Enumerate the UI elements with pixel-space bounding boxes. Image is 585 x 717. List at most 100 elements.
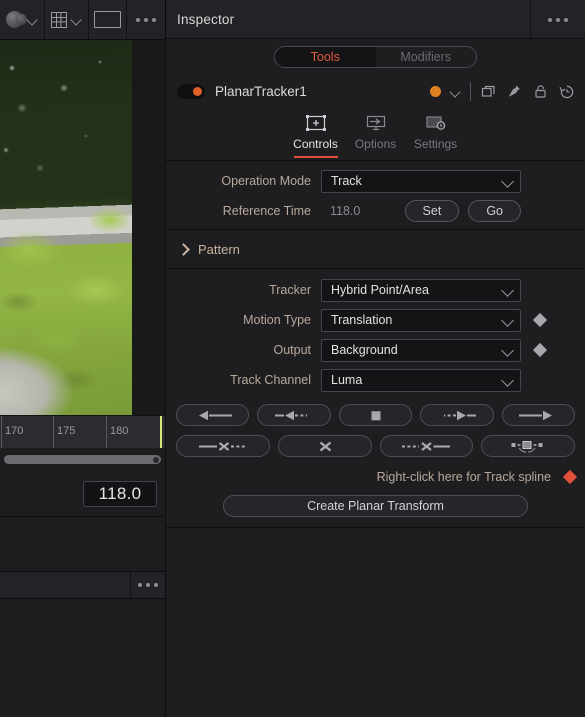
- motion-type-value: Translation: [331, 313, 393, 327]
- chevron-down-icon[interactable]: [27, 14, 38, 25]
- tab-tools[interactable]: Tools: [275, 46, 376, 67]
- output-value: Background: [331, 343, 398, 357]
- node-color-dot[interactable]: [430, 86, 441, 97]
- track-spline-hint: Right-click here for Track spline: [376, 470, 551, 484]
- tab-controls-label: Controls: [293, 137, 338, 151]
- grid-icon[interactable]: [51, 11, 67, 28]
- ruler-tick-label: 180: [110, 425, 129, 437]
- tab-options[interactable]: Options: [346, 108, 406, 160]
- inspector-segment-row: Tools Modifiers: [166, 39, 585, 74]
- horizontal-scrollbar[interactable]: [4, 455, 161, 464]
- motion-type-row: Motion Type Translation: [166, 308, 585, 332]
- go-to-reference-time-button[interactable]: Go: [468, 200, 521, 222]
- viewer-canvas[interactable]: [0, 40, 165, 415]
- chevron-down-icon: [502, 374, 514, 386]
- node-header-row: PlanarTracker1: [166, 74, 585, 109]
- viewer-lut-icon[interactable]: [6, 11, 27, 28]
- inspector-body: Tools Modifiers PlanarTracker1 Controls …: [166, 39, 585, 717]
- track-reverse-button[interactable]: [176, 404, 250, 426]
- lock-icon[interactable]: [532, 83, 549, 100]
- motion-type-select[interactable]: Translation: [321, 308, 521, 332]
- current-time-field[interactable]: 118.0: [83, 480, 157, 507]
- create-planar-transform-button[interactable]: Create Planar Transform: [223, 495, 528, 517]
- more-options-icon: [548, 17, 568, 22]
- output-row: Output Background: [166, 338, 585, 362]
- operation-mode-label: Operation Mode: [221, 174, 311, 188]
- motion-type-keyframe-icon[interactable]: [532, 312, 548, 328]
- page-title: Inspector: [177, 11, 235, 27]
- reference-time-label: Reference Time: [222, 204, 311, 218]
- reset-history-icon[interactable]: [558, 83, 575, 100]
- viewer-grid-group[interactable]: [45, 0, 89, 40]
- tracker-value: Hybrid Point/Area: [331, 283, 429, 297]
- reference-time-value: 118.0: [330, 204, 361, 218]
- viewer-background: [132, 40, 165, 415]
- spline-more-button[interactable]: [130, 571, 165, 599]
- inspector-tabs: Controls Options Settings: [166, 109, 585, 161]
- clear-all-button[interactable]: [277, 435, 372, 457]
- spline-empty-panel: [0, 516, 165, 571]
- output-select[interactable]: Background: [321, 338, 521, 362]
- pattern-label: Pattern: [198, 241, 240, 257]
- controls-tab-content: Operation Mode Track Reference Time 118.…: [166, 161, 585, 717]
- track-spline-keyframe-icon[interactable]: [562, 469, 578, 485]
- frame-fit-button[interactable]: [89, 0, 128, 40]
- viewer-toolbar: [0, 0, 165, 40]
- pin-icon[interactable]: [506, 83, 523, 100]
- node-header-actions: [430, 82, 575, 101]
- pattern-section-header[interactable]: Pattern: [166, 235, 585, 263]
- track-channel-label: Track Channel: [230, 373, 311, 387]
- settings-gear-icon: [425, 112, 447, 134]
- node-name-label: PlanarTracker1: [215, 84, 307, 99]
- chevron-down-icon: [502, 314, 514, 326]
- more-options-icon: [138, 583, 158, 587]
- track-back-one-frame-button[interactable]: [257, 404, 331, 426]
- viewer-lut-group[interactable]: [0, 0, 45, 40]
- chevron-down-icon: [502, 175, 514, 187]
- node-enable-toggle[interactable]: [177, 84, 205, 99]
- playhead[interactable]: [160, 416, 162, 448]
- operation-mode-value: Track: [331, 174, 362, 188]
- track-channel-select[interactable]: Luma: [321, 368, 521, 392]
- track-forward-button[interactable]: [501, 404, 576, 426]
- chevron-down-icon[interactable]: [71, 14, 82, 25]
- viewer-more-button[interactable]: [127, 0, 165, 40]
- inspector-title-bar: Inspector: [166, 0, 585, 39]
- tracker-select[interactable]: Hybrid Point/Area: [321, 278, 521, 302]
- track-channel-row: Track Channel Luma: [166, 368, 585, 392]
- tab-controls[interactable]: Controls: [286, 108, 346, 160]
- create-planar-transform-wrap: Create Planar Transform: [166, 488, 585, 517]
- transport-row-1: [176, 404, 576, 426]
- controls-empty-space: [166, 527, 585, 528]
- timeline-ruler[interactable]: 170 175 180: [0, 415, 165, 448]
- operation-mode-row: Operation Mode Track: [166, 169, 585, 193]
- set-reference-time-button[interactable]: Set: [404, 200, 460, 222]
- clear-selected-button[interactable]: [481, 435, 575, 457]
- motion-type-label: Motion Type: [243, 313, 311, 327]
- track-forward-one-frame-button[interactable]: [420, 404, 494, 426]
- inspector-more-button[interactable]: [530, 0, 585, 39]
- copy-icon[interactable]: [480, 83, 497, 100]
- rectangle-frame-icon: [94, 11, 122, 28]
- reference-time-row: Reference Time 118.0 Set Go: [166, 199, 585, 223]
- chevron-down-icon[interactable]: [450, 86, 461, 97]
- track-spline-hint-row: Right-click here for Track spline: [166, 466, 585, 488]
- inspector-panel: Inspector Tools Modifiers PlanarTracker1: [166, 0, 585, 717]
- tab-modifiers[interactable]: Modifiers: [376, 47, 477, 67]
- tab-settings[interactable]: Settings: [406, 108, 466, 160]
- tracker-label: Tracker: [269, 283, 311, 297]
- clear-backward-button[interactable]: [176, 435, 270, 457]
- spline-toolbar: [0, 571, 165, 599]
- timeline-scrollbar-row: [0, 448, 165, 471]
- tab-settings-label: Settings: [413, 137, 458, 151]
- track-channel-value: Luma: [331, 373, 363, 387]
- clear-forward-button[interactable]: [379, 435, 474, 457]
- divider: [470, 82, 471, 101]
- current-time-row: 118.0: [0, 471, 165, 516]
- left-panel: 170 175 180 118.0: [0, 0, 165, 717]
- output-keyframe-icon[interactable]: [532, 342, 548, 358]
- stop-button[interactable]: [338, 404, 413, 426]
- tools-modifiers-segmented-control: Tools Modifiers: [274, 45, 477, 68]
- tracker-row: Tracker Hybrid Point/Area: [166, 278, 585, 302]
- operation-mode-select[interactable]: Track: [321, 169, 521, 193]
